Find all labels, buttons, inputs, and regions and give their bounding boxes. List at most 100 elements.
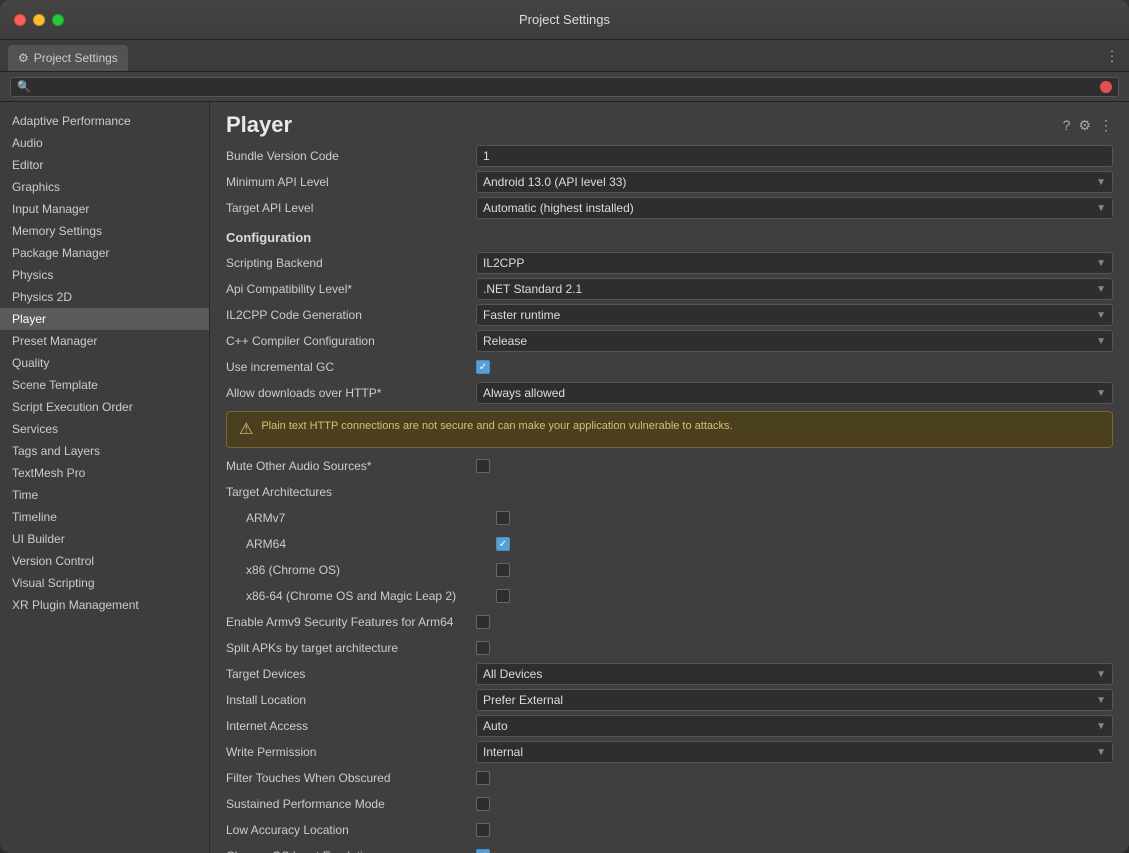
target-devices-dropdown[interactable]: All Devices ▼ — [476, 663, 1113, 685]
close-button[interactable] — [14, 14, 26, 26]
sidebar-item-audio[interactable]: Audio — [0, 132, 209, 154]
cpp-compiler-value: Release ▼ — [476, 330, 1113, 352]
more-tabs-button[interactable]: ⋮ — [1105, 47, 1119, 64]
dropdown-arrow-icon: ▼ — [1096, 203, 1106, 214]
incremental-gc-value — [476, 360, 1113, 374]
mute-audio-row: Mute Other Audio Sources* — [226, 454, 1113, 478]
search-input[interactable] — [35, 81, 1097, 93]
sidebar-item-timeline[interactable]: Timeline — [0, 506, 209, 528]
x86-row: x86 (Chrome OS) — [226, 558, 1113, 582]
il2cpp-codegen-row: IL2CPP Code Generation Faster runtime ▼ — [226, 303, 1113, 327]
sidebar-item-preset-manager[interactable]: Preset Manager — [0, 330, 209, 352]
x8664-label: x86-64 (Chrome OS and Magic Leap 2) — [246, 589, 496, 603]
target-api-level-dropdown[interactable]: Automatic (highest installed) ▼ — [476, 197, 1113, 219]
dropdown-arrow-icon: ▼ — [1096, 721, 1106, 732]
chrome-os-checkbox[interactable] — [476, 849, 490, 853]
write-permission-value: Internal ▼ — [476, 741, 1113, 763]
low-accuracy-checkbox[interactable] — [476, 823, 490, 837]
sidebar-item-input-manager[interactable]: Input Manager — [0, 198, 209, 220]
sustained-perf-value — [476, 797, 1113, 811]
tab-icon: ⚙ — [18, 51, 29, 65]
filter-touches-checkbox[interactable] — [476, 771, 490, 785]
content-area: Player ? ⚙ ⋮ Bundle Version Code Mi — [210, 102, 1129, 853]
sidebar-item-physics[interactable]: Physics — [0, 264, 209, 286]
minimize-button[interactable] — [33, 14, 45, 26]
armv7-checkbox[interactable] — [496, 511, 510, 525]
armv7-label: ARMv7 — [246, 511, 496, 525]
write-permission-dropdown[interactable]: Internal ▼ — [476, 741, 1113, 763]
filter-touches-label: Filter Touches When Obscured — [226, 771, 476, 785]
maximize-button[interactable] — [52, 14, 64, 26]
dropdown-arrow-icon: ▼ — [1096, 695, 1106, 706]
sidebar-item-player[interactable]: Player — [0, 308, 209, 330]
enable-armv9-value — [476, 615, 1113, 629]
sidebar-item-graphics[interactable]: Graphics — [0, 176, 209, 198]
x86-checkbox[interactable] — [496, 563, 510, 577]
allow-downloads-dropdown[interactable]: Always allowed ▼ — [476, 382, 1113, 404]
sidebar-item-editor[interactable]: Editor — [0, 154, 209, 176]
sidebar-item-ui-builder[interactable]: UI Builder — [0, 528, 209, 550]
min-api-level-row: Minimum API Level Android 13.0 (API leve… — [226, 170, 1113, 194]
sidebar-item-scene-template[interactable]: Scene Template — [0, 374, 209, 396]
search-clear-button[interactable] — [1100, 81, 1112, 93]
sidebar-item-package-manager[interactable]: Package Manager — [0, 242, 209, 264]
cpp-compiler-dropdown[interactable]: Release ▼ — [476, 330, 1113, 352]
api-compat-dropdown[interactable]: .NET Standard 2.1 ▼ — [476, 278, 1113, 300]
cpp-compiler-row: C++ Compiler Configuration Release ▼ — [226, 329, 1113, 353]
dropdown-arrow-icon: ▼ — [1096, 284, 1106, 295]
settings-icon[interactable]: ⚙ — [1078, 117, 1091, 134]
allow-downloads-label: Allow downloads over HTTP* — [226, 386, 476, 400]
internet-access-dropdown[interactable]: Auto ▼ — [476, 715, 1113, 737]
min-api-level-label: Minimum API Level — [226, 175, 476, 189]
split-apks-checkbox[interactable] — [476, 641, 490, 655]
install-location-dropdown[interactable]: Prefer External ▼ — [476, 689, 1113, 711]
sidebar-item-version-control[interactable]: Version Control — [0, 550, 209, 572]
sidebar-item-physics-2d[interactable]: Physics 2D — [0, 286, 209, 308]
sidebar-item-services[interactable]: Services — [0, 418, 209, 440]
min-api-level-value: Android 13.0 (API level 33) ▼ — [476, 171, 1113, 193]
scripting-backend-label: Scripting Backend — [226, 256, 476, 270]
sidebar-item-quality[interactable]: Quality — [0, 352, 209, 374]
il2cpp-codegen-dropdown[interactable]: Faster runtime ▼ — [476, 304, 1113, 326]
sidebar-item-textmesh-pro[interactable]: TextMesh Pro — [0, 462, 209, 484]
more-icon[interactable]: ⋮ — [1099, 117, 1113, 134]
sidebar-item-adaptive-performance[interactable]: Adaptive Performance — [0, 110, 209, 132]
allow-downloads-row: Allow downloads over HTTP* Always allowe… — [226, 381, 1113, 405]
mute-audio-checkbox[interactable] — [476, 459, 490, 473]
help-icon[interactable]: ? — [1063, 117, 1071, 133]
low-accuracy-label: Low Accuracy Location — [226, 823, 476, 837]
target-api-level-value: Automatic (highest installed) ▼ — [476, 197, 1113, 219]
il2cpp-codegen-label: IL2CPP Code Generation — [226, 308, 476, 322]
filter-touches-value — [476, 771, 1113, 785]
min-api-level-dropdown[interactable]: Android 13.0 (API level 33) ▼ — [476, 171, 1113, 193]
sidebar-item-time[interactable]: Time — [0, 484, 209, 506]
dropdown-arrow-icon: ▼ — [1096, 177, 1106, 188]
sustained-perf-checkbox[interactable] — [476, 797, 490, 811]
split-apks-label: Split APKs by target architecture — [226, 641, 476, 655]
sidebar-item-script-execution-order[interactable]: Script Execution Order — [0, 396, 209, 418]
mute-audio-value — [476, 459, 1113, 473]
dropdown-arrow-icon: ▼ — [1096, 669, 1106, 680]
arm64-value — [496, 537, 1113, 551]
settings-scroll-area: Bundle Version Code Minimum API Level An… — [210, 144, 1129, 853]
x8664-checkbox[interactable] — [496, 589, 510, 603]
install-location-row: Install Location Prefer External ▼ — [226, 688, 1113, 712]
project-settings-tab[interactable]: ⚙ Project Settings — [8, 45, 128, 71]
window-title: Project Settings — [519, 12, 610, 27]
search-bar: 🔍 — [0, 72, 1129, 102]
arm64-checkbox[interactable] — [496, 537, 510, 551]
incremental-gc-checkbox[interactable] — [476, 360, 490, 374]
sidebar-item-tags-and-layers[interactable]: Tags and Layers — [0, 440, 209, 462]
low-accuracy-value — [476, 823, 1113, 837]
sidebar-item-xr-plugin-management[interactable]: XR Plugin Management — [0, 594, 209, 616]
enable-armv9-checkbox[interactable] — [476, 615, 490, 629]
x86-label: x86 (Chrome OS) — [246, 563, 496, 577]
api-compat-value: .NET Standard 2.1 ▼ — [476, 278, 1113, 300]
sidebar-item-visual-scripting[interactable]: Visual Scripting — [0, 572, 209, 594]
scripting-backend-dropdown[interactable]: IL2CPP ▼ — [476, 252, 1113, 274]
bundle-version-code-input[interactable] — [476, 145, 1113, 167]
dropdown-arrow-icon: ▼ — [1096, 258, 1106, 269]
sidebar-item-memory-settings[interactable]: Memory Settings — [0, 220, 209, 242]
chrome-os-row: Chrome OS Input Emulation — [226, 844, 1113, 853]
dropdown-arrow-icon: ▼ — [1096, 310, 1106, 321]
